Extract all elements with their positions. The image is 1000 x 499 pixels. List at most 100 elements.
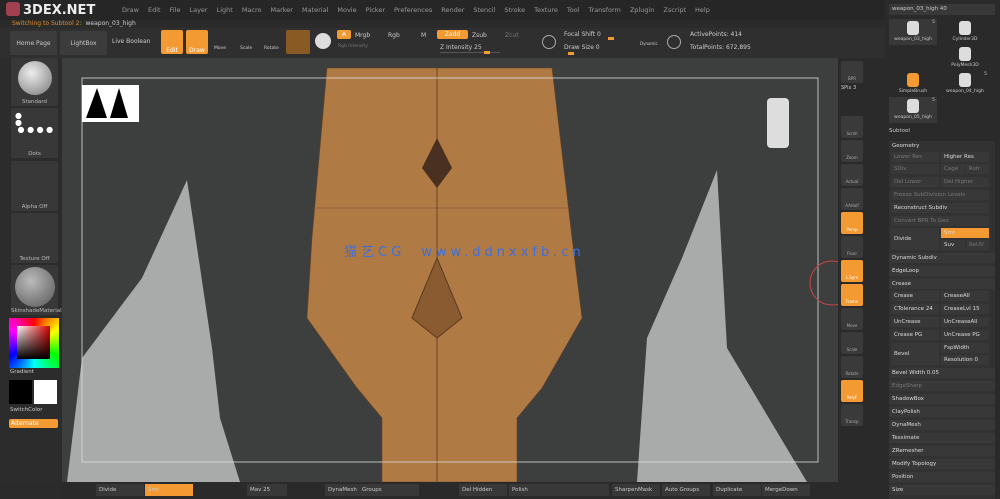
sections-3-button[interactable]: Tessimate: [889, 433, 995, 443]
sections-7-button[interactable]: Size: [889, 485, 995, 495]
bottom-divide-button[interactable]: Divide: [96, 484, 144, 496]
divide-button[interactable]: Divide: [891, 228, 939, 250]
shelf-scroll-button[interactable]: Scroll: [841, 116, 863, 138]
shelf-move-button[interactable]: Move: [841, 308, 863, 330]
scale-button[interactable]: Scale: [240, 46, 252, 51]
draw-size-handle[interactable]: [568, 52, 574, 55]
rgb-toggle[interactable]: Rgb: [388, 32, 400, 39]
uncrease-pg-button[interactable]: UnCrease PG: [941, 330, 989, 340]
sections-6-button[interactable]: Position: [889, 472, 995, 482]
shelf-floor-button[interactable]: Floor: [841, 236, 863, 258]
shelf-lsym-button[interactable]: L.Sym: [841, 260, 863, 282]
focal-shift-slider[interactable]: Focal Shift 0: [564, 31, 601, 38]
menu-stencil[interactable]: Stencil: [473, 6, 495, 14]
shelf-actual-button[interactable]: Actual: [841, 164, 863, 186]
del-lower-button[interactable]: Del Lower: [891, 177, 939, 187]
primary-color-swatch[interactable]: [9, 380, 32, 404]
crease-btn-button[interactable]: Crease: [891, 291, 939, 301]
bevel-button[interactable]: Bevel: [891, 343, 939, 365]
dynamic-subdiv-button[interactable]: Dynamic Subdiv: [889, 253, 995, 263]
texture-selector[interactable]: Texture Off: [11, 213, 58, 263]
rstr-button[interactable]: Rstr: [966, 164, 989, 174]
tool-thumb-weapon_05_high[interactable]: weapon_05_high 5: [889, 97, 937, 123]
draw-size-slider[interactable]: Draw Size 0: [564, 44, 600, 51]
menu-material[interactable]: Material: [302, 6, 328, 14]
uncrease-all-button[interactable]: UnCreaseAll: [941, 317, 989, 327]
brush-selector[interactable]: Standard: [11, 58, 58, 106]
lightbox-button[interactable]: LightBox: [60, 31, 107, 55]
higher-res-button[interactable]: Higher Res: [941, 152, 989, 162]
menu-zscript[interactable]: Zscript: [663, 6, 686, 14]
crease-pg-button[interactable]: Crease PG: [891, 330, 939, 340]
shelf-persp-button[interactable]: Persp: [841, 212, 863, 234]
reconstruct-button[interactable]: Reconstruct Subdiv: [891, 203, 989, 213]
mrgb-toggle[interactable]: Mrgb: [355, 32, 370, 39]
menu-render[interactable]: Render: [441, 6, 464, 14]
sphere-icon[interactable]: [315, 33, 331, 49]
draw-button[interactable]: Draw: [186, 30, 208, 54]
crease-all-button[interactable]: CreaseAll: [941, 291, 989, 301]
shelf-frame-button[interactable]: Frame: [841, 284, 863, 306]
edge-sharp-button[interactable]: EdgeSharp: [889, 381, 995, 391]
bottom-auto-groups-button[interactable]: Auto Groups: [662, 484, 710, 496]
crease-lvl-button[interactable]: CreaseLvl 15: [941, 304, 989, 314]
z-intensity-handle[interactable]: [484, 51, 490, 54]
smt-button[interactable]: Smt: [941, 228, 989, 238]
color-picker[interactable]: [9, 318, 59, 368]
material-swatch-button[interactable]: [286, 30, 310, 54]
uncrease-button[interactable]: UnCrease: [891, 317, 939, 327]
bottom-polish-button[interactable]: Polish: [509, 484, 609, 496]
shelf-polyf-button[interactable]: PolyF: [841, 380, 863, 402]
menu-file[interactable]: File: [170, 6, 181, 14]
bottom-smt-button[interactable]: Smt: [145, 484, 193, 496]
home-page-button[interactable]: Home Page: [10, 31, 57, 55]
menu-layer[interactable]: Layer: [189, 6, 207, 14]
shelf-aahalf-button[interactable]: AAHalf: [841, 188, 863, 210]
rgb-intensity-slider[interactable]: Rgb Intensity: [338, 44, 368, 49]
edgeloop-button[interactable]: EdgeLoop: [889, 266, 995, 276]
lower-res-button[interactable]: Lower Res: [891, 152, 939, 162]
menu-zplugin[interactable]: Zplugin: [630, 6, 655, 14]
tool-thumb-weapon_03_high[interactable]: weapon_03_high 5: [889, 19, 937, 45]
ctolerance-button[interactable]: CTolerance 24: [891, 304, 939, 314]
shelf-transp-button[interactable]: Transp: [841, 404, 863, 426]
menu-edit[interactable]: Edit: [148, 6, 161, 14]
sections-2-button[interactable]: DynaMesh: [889, 420, 995, 430]
bottom-merge-down-button[interactable]: MergeDown: [762, 484, 810, 496]
material-selector[interactable]: SkinshadeMaterial: [11, 265, 62, 315]
geometry-button[interactable]: Geometry: [889, 141, 995, 151]
tool-thumb-weapon_04_high[interactable]: weapon_04_high 5: [941, 71, 989, 97]
menu-tool[interactable]: Tool: [567, 6, 580, 14]
menu-marker[interactable]: Marker: [271, 6, 293, 14]
secondary-color-swatch[interactable]: [34, 380, 57, 404]
menu-transform[interactable]: Transform: [589, 6, 621, 14]
freeze-button[interactable]: Freeze SubDivision Levels: [891, 190, 989, 200]
a-toggle[interactable]: A: [337, 30, 351, 39]
menu-stroke[interactable]: Stroke: [504, 6, 525, 14]
menu-picker[interactable]: Picker: [366, 6, 385, 14]
sdiv-button[interactable]: SDiv: [891, 164, 939, 174]
shelf-scale-button[interactable]: Scale: [841, 332, 863, 354]
bevel-width-button[interactable]: Bevel Width 0.05: [889, 368, 995, 378]
z-intensity-track[interactable]: [440, 51, 500, 54]
live-boolean-button[interactable]: Live Boolean: [112, 38, 150, 45]
tool-thumb-polymesh3d[interactable]: PolyMesh3D: [941, 45, 989, 71]
crease-button[interactable]: Crease: [889, 279, 995, 289]
convert-button[interactable]: Convert BPR To Geo: [891, 216, 989, 226]
alternate-button[interactable]: Alternate: [9, 419, 58, 428]
edit-button[interactable]: Edit: [161, 30, 183, 54]
menu-draw[interactable]: Draw: [122, 6, 139, 14]
suv-button[interactable]: Suv: [941, 240, 965, 250]
fsp-width-button[interactable]: FspWidth: [941, 343, 989, 353]
sections-0-button[interactable]: ShadowBox: [889, 394, 995, 404]
menu-texture[interactable]: Texture: [534, 6, 558, 14]
menu-help[interactable]: Help: [695, 6, 710, 14]
spix-slider[interactable]: SPix 3: [841, 85, 856, 91]
rotate-button[interactable]: Rotate: [264, 46, 279, 51]
m-toggle[interactable]: M: [421, 32, 426, 39]
shelf-zoom-button[interactable]: Zoom: [841, 140, 863, 162]
stroke-selector[interactable]: ● ● ● ● ● ● Dots: [11, 108, 58, 158]
bottom-groups-button[interactable]: Groups: [359, 484, 419, 496]
zcut-toggle[interactable]: Zcut: [505, 32, 519, 39]
zsub-toggle[interactable]: Zsub: [472, 32, 487, 39]
